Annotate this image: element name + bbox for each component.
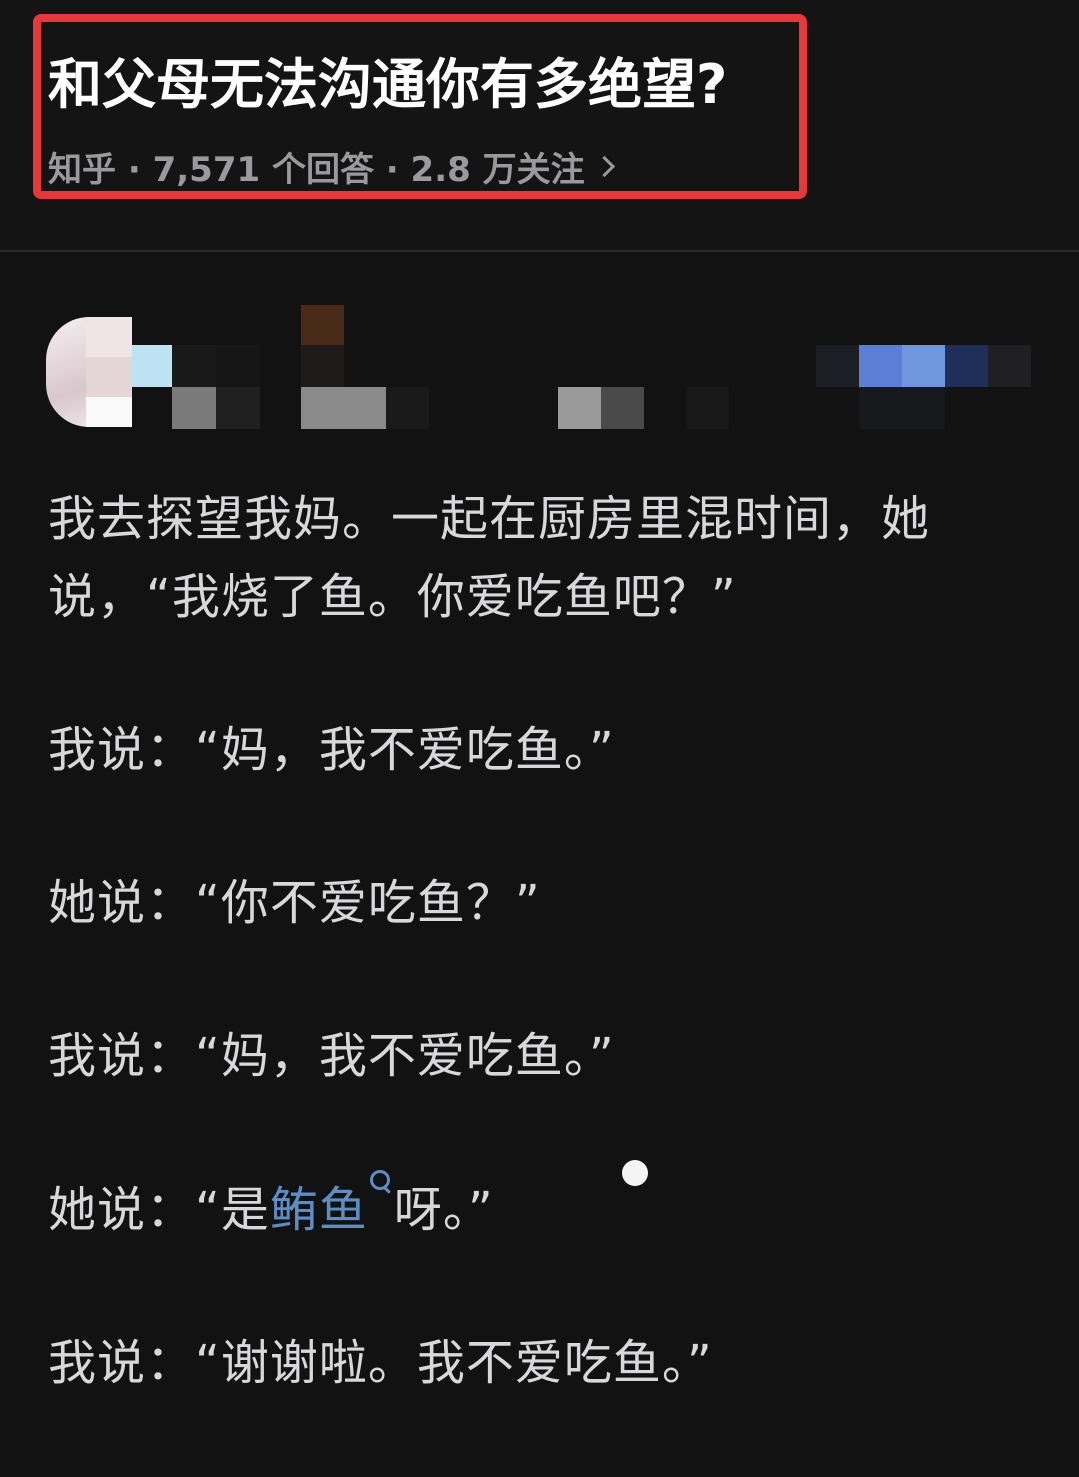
author-row[interactable] xyxy=(46,305,1046,435)
touch-indicator xyxy=(622,1160,648,1186)
answer-paragraph: 她说：“是鲔鱼 呀。” xyxy=(48,1170,1038,1249)
answer-text: 呀。” xyxy=(393,1182,494,1238)
answer-body: 我去探望我妈。一起在厨房里混时间，她说，“我烧了鱼。你爱吃鱼吧？” 我说：“妈，… xyxy=(48,480,1038,1477)
question-title[interactable]: 和父母无法沟通你有多绝望? xyxy=(48,40,727,119)
question-meta-text: 知乎 · 7,571 个回答 · 2.8 万关注 xyxy=(48,150,585,190)
search-icon[interactable] xyxy=(368,1170,394,1200)
answer-paragraph: 我说：“妈，我不爱吃鱼。” xyxy=(48,722,615,778)
answer-paragraph: 我说：“谢谢啦。我不爱吃鱼。” xyxy=(48,1335,713,1391)
answer-paragraph: 我说：“妈，我不爱吃鱼。” xyxy=(48,1028,615,1084)
answer-text: 她说：“是 xyxy=(48,1182,270,1238)
chevron-right-icon xyxy=(593,155,615,178)
header-divider xyxy=(0,250,1079,252)
question-header: 和父母无法沟通你有多绝望? 知乎 · 7,571 个回答 · 2.8 万关注 xyxy=(0,0,1079,250)
answer-paragraph: 她说：“你不爱吃鱼？” xyxy=(48,875,541,931)
author-name-obscured xyxy=(46,305,1046,435)
search-link[interactable]: 鲔鱼 xyxy=(270,1182,368,1238)
answer-paragraph: 我去探望我妈。一起在厨房里混时间，她说，“我烧了鱼。你爱吃鱼吧？” xyxy=(48,491,931,625)
question-meta[interactable]: 知乎 · 7,571 个回答 · 2.8 万关注 xyxy=(48,142,615,191)
